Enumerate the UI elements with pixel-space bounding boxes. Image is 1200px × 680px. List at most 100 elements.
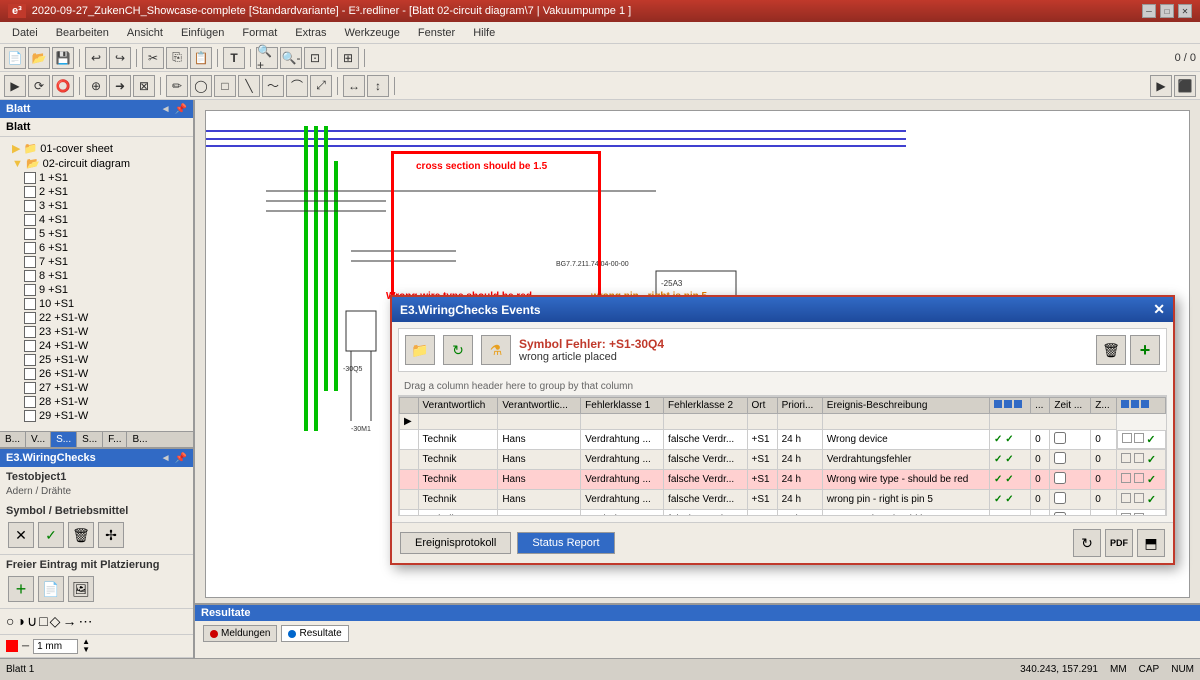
grid-btn[interactable]: ⊞ [337, 47, 359, 69]
sidebar-collapse-icon[interactable]: ◄ [161, 104, 171, 115]
tb2-stop[interactable]: ⬛ [1174, 75, 1196, 97]
sym-btn-move[interactable]: ✢ [98, 522, 124, 548]
checkbox-22s1w[interactable] [24, 312, 36, 324]
open-btn[interactable]: 📂 [28, 47, 50, 69]
undo-btn[interactable]: ↩ [85, 47, 107, 69]
status-report-button[interactable]: Status Report [517, 532, 614, 554]
event-delete-btn[interactable]: 🗑 [1096, 335, 1126, 365]
checkbox-27s1w[interactable] [24, 382, 36, 394]
paste-btn[interactable]: 📋 [190, 47, 212, 69]
freier-btn-add[interactable]: + [8, 576, 34, 602]
tree-item-24s1w[interactable]: 24 +S1-W [0, 339, 193, 353]
tb2-btn8[interactable]: ◯ [190, 75, 212, 97]
col-beschreibung[interactable]: Ereignis-Beschreibung [822, 398, 989, 414]
resultate-tab-meldungen[interactable]: Meldungen [203, 625, 277, 642]
col-extra1[interactable] [990, 398, 1031, 414]
tree-item-7s1[interactable]: 7 +S1 [0, 255, 193, 269]
menu-einfuegen[interactable]: Einfügen [173, 25, 232, 41]
tree-item-1s1[interactable]: 1 +S1 [0, 171, 193, 185]
col-fehler1[interactable]: Fehlerklasse 1 [581, 398, 664, 414]
tree-item-8s1[interactable]: 8 +S1 [0, 269, 193, 283]
checkbox-1s1[interactable] [24, 172, 36, 184]
row-checkbox1[interactable] [1050, 470, 1091, 490]
sym-btn-check[interactable]: ✓ [38, 522, 64, 548]
tab-f[interactable]: F... [103, 432, 127, 447]
event-refresh-btn[interactable]: ↻ [443, 335, 473, 365]
checkbox-7s1[interactable] [24, 256, 36, 268]
close-button[interactable]: ✕ [1178, 4, 1192, 18]
row-checkbox1[interactable] [1050, 490, 1091, 510]
maximize-button[interactable]: □ [1160, 4, 1174, 18]
freier-btn-page[interactable]: 📄 [38, 576, 64, 602]
tree-item-23s1w[interactable]: 23 +S1-W [0, 325, 193, 339]
tree-item-26s1w[interactable]: 26 +S1-W [0, 367, 193, 381]
tree-item-28s1w[interactable]: 28 +S1-W [0, 395, 193, 409]
copy-btn[interactable]: ⎘ [166, 47, 188, 69]
menu-hilfe[interactable]: Hilfe [465, 25, 503, 41]
tb2-play[interactable]: ▶ [1150, 75, 1172, 97]
tree-item-cover-sheet[interactable]: ▶ 📁 01-cover sheet [0, 141, 193, 156]
tab-b[interactable]: B... [0, 432, 26, 447]
scale-input[interactable] [33, 639, 78, 654]
sidebar-pin-icon[interactable]: 📌 [175, 104, 187, 115]
checkbox-3s1[interactable] [24, 200, 36, 212]
table-row[interactable]: Technik Hans Verdrahtung ... falsche Ver… [400, 430, 1166, 450]
menu-fenster[interactable]: Fenster [410, 25, 463, 41]
col-z3[interactable] [1117, 398, 1166, 414]
tb2-btn12[interactable]: ⌒ [286, 75, 308, 97]
tree-item-27s1w[interactable]: 27 +S1-W [0, 381, 193, 395]
resultate-tab-resultate[interactable]: Resultate [281, 625, 348, 642]
row-checkbox1[interactable] [1050, 510, 1091, 517]
sym-btn-x[interactable]: ✕ [8, 522, 34, 548]
col-verantwortlich[interactable]: Verantwortlich [418, 398, 498, 414]
col-zeit[interactable]: Zeit ... [1050, 398, 1091, 414]
pdf-button[interactable]: PDF [1105, 529, 1133, 557]
tab-s1[interactable]: S... [51, 432, 77, 447]
tree-item-10s1[interactable]: 10 +S1 [0, 297, 193, 311]
tree-item-29s1w[interactable]: 29 +S1-W [0, 409, 193, 423]
tree-item-circuit-diagram[interactable]: ▼ 📂 02-circuit diagram [0, 156, 193, 171]
table-row[interactable]: Technik Hans Verdrahtung ... falsche Ver… [400, 490, 1166, 510]
table-row-highlighted[interactable]: Technik Hans Verdrahtung ... falsche Ver… [400, 470, 1166, 490]
tree-item-4s1[interactable]: 4 +S1 [0, 213, 193, 227]
save-btn[interactable]: 💾 [52, 47, 74, 69]
tb2-btn10[interactable]: ╲ [238, 75, 260, 97]
event-folder-btn[interactable]: 📁 [405, 335, 435, 365]
col-extra2[interactable]: ... [1031, 398, 1050, 414]
checkbox-23s1w[interactable] [24, 326, 36, 338]
export-button[interactable]: ⬒ [1137, 529, 1165, 557]
col-verantwortlic2[interactable]: Verantwortlic... [498, 398, 581, 414]
checkbox-8s1[interactable] [24, 270, 36, 282]
wiring-collapse-icon[interactable]: ◄ [161, 453, 171, 464]
checkbox-6s1[interactable] [24, 242, 36, 254]
checkbox-9s1[interactable] [24, 284, 36, 296]
zoom-out-btn[interactable]: 🔍- [280, 47, 302, 69]
tb2-btn4[interactable]: ⊕ [85, 75, 107, 97]
redo-btn[interactable]: ↪ [109, 47, 131, 69]
tb2-btn1[interactable]: ▶ [4, 75, 26, 97]
tb2-btn2[interactable]: ⟳ [28, 75, 50, 97]
refresh-button[interactable]: ↻ [1073, 529, 1101, 557]
checkbox-26s1w[interactable] [24, 368, 36, 380]
col-fehler2[interactable]: Fehlerklasse 2 [664, 398, 747, 414]
menu-ansicht[interactable]: Ansicht [119, 25, 171, 41]
tab-s2[interactable]: S... [77, 432, 103, 447]
tb2-btn9[interactable]: □ [214, 75, 236, 97]
tree-item-22s1w[interactable]: 22 +S1-W [0, 311, 193, 325]
minimize-button[interactable]: ─ [1142, 4, 1156, 18]
text-btn[interactable]: T [223, 47, 245, 69]
new-btn[interactable]: 📄 [4, 47, 26, 69]
zoom-fit-btn[interactable]: ⊡ [304, 47, 326, 69]
table-row[interactable]: Technik Hans Verdrahtung ... falsche Ver… [400, 450, 1166, 470]
checkbox-10s1[interactable] [24, 298, 36, 310]
tb2-btn13[interactable]: ⤢ [310, 75, 332, 97]
tab-v[interactable]: V... [26, 432, 51, 447]
scale-dec[interactable]: ▼ [82, 646, 90, 654]
tree-item-2s1[interactable]: 2 +S1 [0, 185, 193, 199]
ereignisprotokoll-button[interactable]: Ereignisprotokoll [400, 532, 511, 554]
menu-extras[interactable]: Extras [287, 25, 334, 41]
checkbox-25s1w[interactable] [24, 354, 36, 366]
tb2-btn15[interactable]: ↕ [367, 75, 389, 97]
table-row[interactable]: Technik Hans Verdrahtung ... falsche Ver… [400, 510, 1166, 517]
menu-datei[interactable]: Datei [4, 25, 46, 41]
